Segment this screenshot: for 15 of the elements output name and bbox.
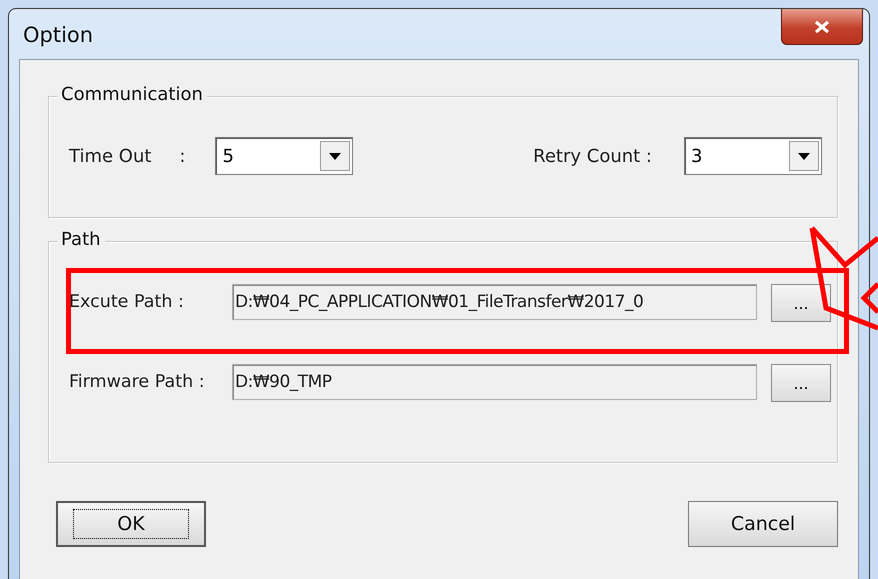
dropdown[interactable]: 5 <box>215 137 354 175</box>
path-field[interactable]: D:₩04_PC_APPLICATION₩01_FileTransfer₩2017_0 <box>232 284 757 320</box>
ok-button[interactable]: OK <box>56 501 206 547</box>
cancel-button[interactable]: Cancel <box>688 501 838 547</box>
dropdown[interactable]: 3 <box>684 137 822 175</box>
field-label: Retry Count : <box>533 146 652 166</box>
field-label: Firmware Path : <box>69 371 206 394</box>
browse-button[interactable]: ... <box>771 364 831 402</box>
browse-button[interactable]: ... <box>771 284 831 322</box>
field-label: Time Out <box>69 146 152 166</box>
close-button[interactable] <box>781 9 863 45</box>
label-colon: : <box>179 146 186 166</box>
path-field[interactable]: D:₩90_TMP <box>232 364 757 400</box>
close-icon <box>813 20 831 34</box>
window-title: Option <box>23 23 94 47</box>
